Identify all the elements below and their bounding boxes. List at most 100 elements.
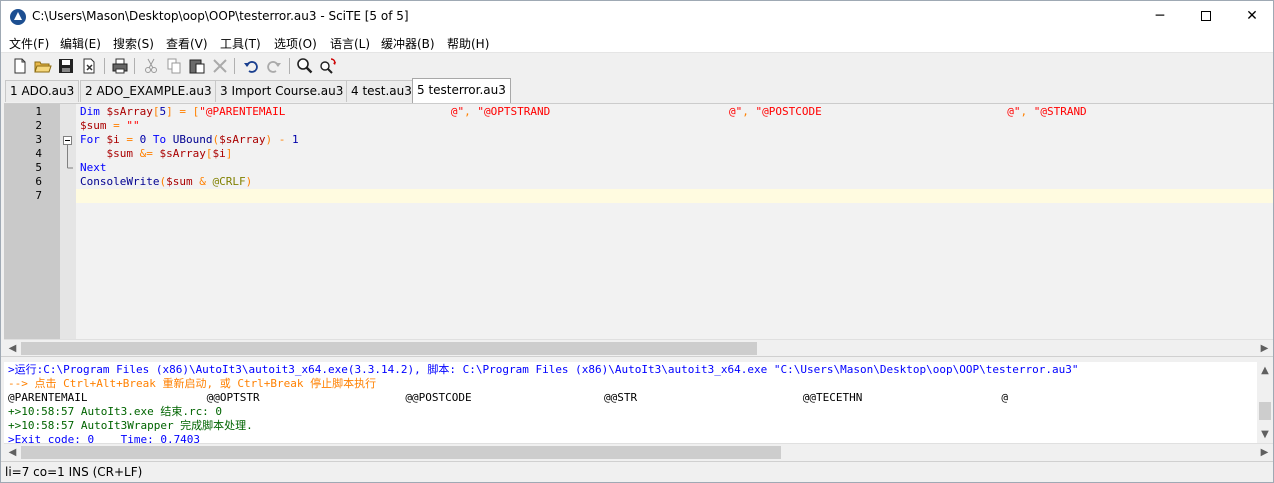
paste-icon[interactable] bbox=[188, 57, 206, 75]
code-token: "@STRAND @" bbox=[1033, 105, 1273, 118]
open-folder-icon[interactable] bbox=[34, 57, 52, 75]
toolbar-separator bbox=[289, 58, 290, 74]
menu-buffers[interactable]: 缓冲器(B) bbox=[381, 35, 435, 52]
redo-icon[interactable] bbox=[265, 57, 283, 75]
output-line: >运行:C:\Program Files (x86)\AutoIt3\autoi… bbox=[8, 363, 1079, 376]
status-text: li=7 co=1 INS (CR+LF) bbox=[5, 465, 143, 479]
output-line: +>10:58:57 AutoIt3Wrapper 完成脚本处理. bbox=[8, 419, 253, 432]
code-token: "@OPTSTRAND @" bbox=[477, 105, 743, 118]
delete-icon[interactable] bbox=[211, 57, 229, 75]
code-token: $i bbox=[212, 147, 226, 160]
menu-view[interactable]: 查看(V) bbox=[166, 35, 208, 52]
code-token: "@PARENTEMAIL @" bbox=[199, 105, 465, 118]
output-line: +>10:58:57 AutoIt3.exe 结束.rc: 0 bbox=[8, 405, 223, 418]
status-bar: li=7 co=1 INS (CR+LF) bbox=[1, 461, 1273, 482]
maximize-button[interactable] bbox=[1183, 1, 1229, 32]
code-token: Next bbox=[80, 161, 107, 174]
line-number: 4 bbox=[35, 147, 42, 160]
window-title: C:\Users\Mason\Desktop\oop\OOP\testerror… bbox=[32, 9, 409, 23]
minimize-button[interactable]: ─ bbox=[1137, 1, 1183, 32]
code-token: 1 bbox=[291, 133, 299, 146]
code-token: , bbox=[742, 105, 756, 118]
code-token: $i bbox=[106, 133, 120, 146]
scroll-down-arrow[interactable]: ▼ bbox=[1257, 426, 1273, 443]
tab-ado[interactable]: 1 ADO.au3 bbox=[5, 80, 80, 102]
editor-horizontal-scrollbar[interactable]: ◀ ▶ bbox=[4, 339, 1273, 356]
save-icon[interactable] bbox=[57, 57, 75, 75]
line-number: 2 bbox=[35, 119, 42, 132]
menu-file[interactable]: 文件(F) bbox=[9, 35, 49, 52]
fold-margin[interactable] bbox=[60, 104, 76, 340]
tab-test[interactable]: 4 test.au3 bbox=[346, 80, 417, 102]
code-token: = bbox=[119, 133, 140, 146]
code-token: $sArray bbox=[159, 147, 206, 160]
buffer-tab-bar: 1 ADO.au3 2 ADO_EXAMPLE.au3 3 Import Cou… bbox=[1, 78, 1273, 103]
scite-app-icon bbox=[10, 9, 26, 25]
scroll-left-arrow[interactable]: ◀ bbox=[4, 340, 21, 357]
scroll-right-arrow[interactable]: ▶ bbox=[1256, 340, 1273, 357]
menu-edit[interactable]: 编辑(E) bbox=[60, 35, 101, 52]
output-line: --> 点击 Ctrl+Alt+Break 重新启动, 或 Ctrl+Break… bbox=[8, 377, 377, 390]
output-vertical-scrollbar[interactable]: ▲ ▼ bbox=[1257, 362, 1273, 443]
menu-language[interactable]: 语言(L) bbox=[330, 35, 370, 52]
menu-help[interactable]: 帮助(H) bbox=[447, 35, 489, 52]
toolbar bbox=[1, 52, 1273, 79]
code-token: $sum bbox=[166, 175, 193, 188]
line-number: 5 bbox=[35, 161, 42, 174]
code-line: ConsoleWrite($sum & @CRLF) bbox=[80, 175, 252, 189]
code-token: ] bbox=[225, 147, 233, 160]
menu-tools[interactable]: 工具(T) bbox=[220, 35, 261, 52]
code-token: "@POSTCODE @" bbox=[755, 105, 1021, 118]
line-number: 3 bbox=[35, 133, 42, 146]
editor-scroll-thumb[interactable] bbox=[21, 342, 757, 355]
undo-icon[interactable] bbox=[242, 57, 260, 75]
menu-bar: 文件(F) 编辑(E) 搜索(S) 查看(V) 工具(T) 选项(O) 语言(L… bbox=[1, 32, 1273, 52]
tab-import-course[interactable]: 3 Import Course.au3 bbox=[215, 80, 349, 102]
print-icon[interactable] bbox=[111, 57, 129, 75]
output-pane[interactable]: >运行:C:\Program Files (x86)\AutoIt3\autoi… bbox=[4, 362, 1257, 443]
maximize-icon bbox=[1201, 11, 1211, 21]
code-token: ) bbox=[245, 175, 253, 188]
scroll-right-arrow[interactable]: ▶ bbox=[1256, 444, 1273, 461]
toolbar-separator bbox=[134, 58, 135, 74]
code-text[interactable]: Dim $sArray[5] = ["@PARENTEMAIL @", "@OP… bbox=[80, 105, 1273, 340]
output-horizontal-scrollbar[interactable]: ◀ ▶ bbox=[4, 443, 1273, 460]
code-token: ] = [ bbox=[166, 105, 200, 118]
toolbar-separator bbox=[234, 58, 235, 74]
code-token: = bbox=[106, 119, 127, 132]
menu-search[interactable]: 搜索(S) bbox=[113, 35, 154, 52]
code-line: $sum &= $sArray[$i] bbox=[80, 147, 233, 161]
replace-icon[interactable] bbox=[319, 57, 337, 75]
cut-icon[interactable] bbox=[142, 57, 160, 75]
code-token: UBound bbox=[172, 133, 213, 146]
output-line: >Exit code: 0 Time: 0.7403 bbox=[8, 433, 201, 443]
code-token: For bbox=[80, 133, 107, 146]
output-scroll-thumb[interactable] bbox=[21, 446, 781, 459]
line-number: 7 bbox=[35, 189, 42, 202]
scroll-left-arrow[interactable]: ◀ bbox=[4, 444, 21, 461]
code-token: $sArray bbox=[219, 133, 266, 146]
tab-ado-example[interactable]: 2 ADO_EXAMPLE.au3 bbox=[80, 80, 217, 102]
code-line: For $i = 0 To UBound($sArray) - 1 bbox=[80, 133, 299, 147]
find-icon[interactable] bbox=[296, 57, 314, 75]
code-line: Next bbox=[80, 161, 107, 175]
scroll-up-arrow[interactable]: ▲ bbox=[1257, 362, 1273, 379]
code-token: $sum bbox=[106, 147, 134, 160]
close-button[interactable]: ✕ bbox=[1229, 1, 1273, 32]
copy-icon[interactable] bbox=[165, 57, 183, 75]
tab-testerror[interactable]: 5 testerror.au3 bbox=[412, 78, 511, 103]
title-bar[interactable]: C:\Users\Mason\Desktop\oop\OOP\testerror… bbox=[1, 1, 1273, 32]
output-scroll-thumb[interactable] bbox=[1259, 402, 1271, 420]
code-token: & bbox=[192, 175, 213, 188]
code-token: ) - bbox=[265, 133, 292, 146]
code-editor[interactable]: 1 2 3 4 5 6 7 Dim $sArray[5] = ["@PARENT… bbox=[4, 103, 1273, 340]
menu-options[interactable]: 选项(O) bbox=[274, 35, 317, 52]
close-file-icon[interactable] bbox=[80, 57, 98, 75]
new-file-icon[interactable] bbox=[11, 57, 29, 75]
code-line: Dim $sArray[5] = ["@PARENTEMAIL @", "@OP… bbox=[80, 105, 1273, 119]
code-token: &= bbox=[133, 147, 160, 160]
fold-markers[interactable] bbox=[60, 104, 76, 340]
toolbar-separator bbox=[104, 58, 105, 74]
code-token: ConsoleWrite bbox=[80, 175, 160, 188]
